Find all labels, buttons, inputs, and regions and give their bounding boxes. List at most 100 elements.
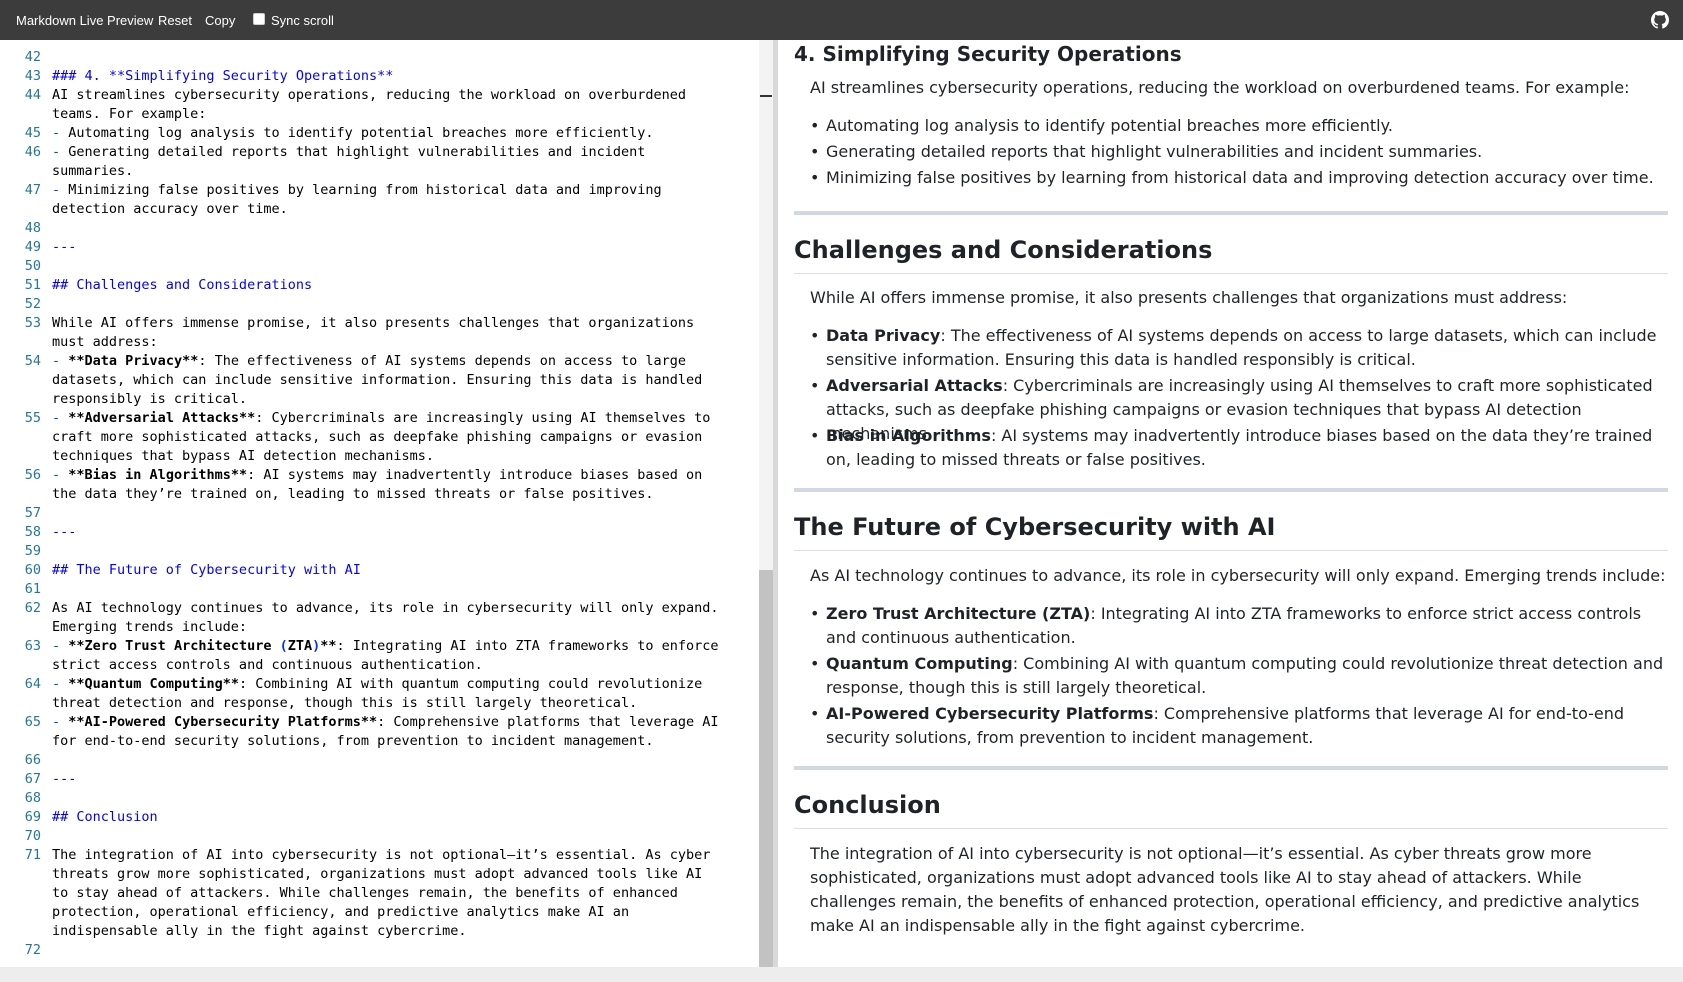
editor-line-text[interactable]: responsibly is critical. bbox=[52, 390, 752, 409]
editor-line[interactable]: craft more sophisticated attacks, such a… bbox=[0, 428, 759, 447]
markdown-editor[interactable]: 42 43 ### 4. **Simplifying Security Operat… bbox=[0, 40, 759, 967]
editor-line[interactable]: to stay ahead of attackers. While challe… bbox=[0, 884, 759, 903]
editor-line[interactable]: 72 bbox=[0, 941, 759, 960]
editor-line[interactable]: 48 bbox=[0, 219, 759, 238]
editor-line[interactable]: 54 - **Data Privacy**: The effectiveness … bbox=[0, 352, 759, 371]
editor-line-text[interactable]: for end-to-end security solutions, from … bbox=[52, 732, 752, 751]
editor-line[interactable]: 60 ## The Future of Cybersecurity with AI bbox=[0, 561, 759, 580]
editor-line-text[interactable]: teams. For example: bbox=[52, 105, 752, 124]
editor-line[interactable]: Emerging trends include: bbox=[0, 618, 759, 637]
editor-line[interactable]: 46 - Generating detailed reports that hig… bbox=[0, 143, 759, 162]
editor-line-text[interactable]: - **Data Privacy**: The effectiveness of… bbox=[52, 352, 752, 371]
sync-scroll-checkbox[interactable] bbox=[253, 13, 265, 25]
editor-line[interactable]: 42 bbox=[0, 48, 759, 67]
editor-line[interactable]: 66 bbox=[0, 751, 759, 770]
line-number: 68 bbox=[24, 790, 41, 806]
editor-line-text[interactable]: As AI technology continues to advance, i… bbox=[52, 599, 752, 618]
editor-line[interactable]: 50 bbox=[0, 257, 759, 276]
editor-line-text[interactable]: ## The Future of Cybersecurity with AI bbox=[52, 561, 752, 580]
editor-line[interactable]: 52 bbox=[0, 295, 759, 314]
sync-scroll-label[interactable]: Sync scroll bbox=[271, 13, 334, 28]
editor-line[interactable]: 47 - Minimizing false positives by learni… bbox=[0, 181, 759, 200]
editor-line-text[interactable]: craft more sophisticated attacks, such a… bbox=[52, 428, 752, 447]
editor-line[interactable]: 44 AI streamlines cybersecurity operation… bbox=[0, 86, 759, 105]
editor-line-text[interactable]: - **Bias in Algorithms**: AI systems may… bbox=[52, 466, 752, 485]
editor-line[interactable]: 71 The integration of AI into cybersecuri… bbox=[0, 846, 759, 865]
editor-line[interactable]: threat detection and response, though th… bbox=[0, 694, 759, 713]
editor-line[interactable]: 69 ## Conclusion bbox=[0, 808, 759, 827]
editor-line[interactable]: the data they’re trained on, leading to … bbox=[0, 485, 759, 504]
editor-line[interactable]: teams. For example: bbox=[0, 105, 759, 124]
editor-line[interactable]: must address: bbox=[0, 333, 759, 352]
editor-line[interactable]: 55 - **Adversarial Attacks**: Cybercrimin… bbox=[0, 409, 759, 428]
line-number: 53 bbox=[24, 315, 41, 331]
copy-button[interactable]: Copy bbox=[205, 13, 235, 28]
editor-line[interactable]: protection, operational efficiency, and … bbox=[0, 903, 759, 922]
editor-line-text[interactable]: - Automating log analysis to identify po… bbox=[52, 124, 752, 143]
editor-line[interactable]: threats grow more sophisticated, organiz… bbox=[0, 865, 759, 884]
editor-line[interactable]: 43 ### 4. **Simplifying Security Operatio… bbox=[0, 67, 759, 86]
editor-line-text[interactable]: - Generating detailed reports that highl… bbox=[52, 143, 752, 162]
editor-line[interactable]: 63 - **Zero Trust Architecture (ZTA)**: I… bbox=[0, 637, 759, 656]
line-number: 64 bbox=[24, 676, 41, 692]
github-icon[interactable] bbox=[1651, 11, 1669, 29]
editor-line-text[interactable]: Emerging trends include: bbox=[52, 618, 752, 637]
editor-line-text[interactable]: must address: bbox=[52, 333, 752, 352]
reset-button[interactable]: Reset bbox=[158, 13, 192, 28]
editor-line[interactable]: 45 - Automating log analysis to identify … bbox=[0, 124, 759, 143]
editor-line[interactable]: responsibly is critical. bbox=[0, 390, 759, 409]
editor-line-text[interactable]: - **Zero Trust Architecture (ZTA)**: Int… bbox=[52, 637, 752, 656]
editor-line-text[interactable]: summaries. bbox=[52, 162, 752, 181]
editor-line-text[interactable]: - **AI-Powered Cybersecurity Platforms**… bbox=[52, 713, 752, 732]
editor-line-text[interactable]: indispensable ally in the fight against … bbox=[52, 922, 752, 941]
editor-line-text[interactable]: --- bbox=[52, 770, 752, 789]
editor-line[interactable]: 65 - **AI-Powered Cybersecurity Platforms… bbox=[0, 713, 759, 732]
editor-line[interactable]: detection accuracy over time. bbox=[0, 200, 759, 219]
editor-line-text[interactable]: the data they’re trained on, leading to … bbox=[52, 485, 752, 504]
editor-line-text[interactable]: - **Adversarial Attacks**: Cybercriminal… bbox=[52, 409, 752, 428]
editor-line[interactable]: 62 As AI technology continues to advance,… bbox=[0, 599, 759, 618]
line-number: 48 bbox=[24, 220, 41, 236]
editor-line[interactable]: datasets, which can include sensitive in… bbox=[0, 371, 759, 390]
editor-line-text[interactable]: - Minimizing false positives by learning… bbox=[52, 181, 752, 200]
app-title[interactable]: Markdown Live Preview bbox=[16, 13, 153, 28]
editor-line[interactable]: 53 While AI offers immense promise, it al… bbox=[0, 314, 759, 333]
editor-line-text[interactable]: strict access controls and continuous au… bbox=[52, 656, 752, 675]
editor-line[interactable]: strict access controls and continuous au… bbox=[0, 656, 759, 675]
editor-line[interactable]: 58 --- bbox=[0, 523, 759, 542]
editor-line-text[interactable]: detection accuracy over time. bbox=[52, 200, 752, 219]
editor-line[interactable]: summaries. bbox=[0, 162, 759, 181]
editor-line-text[interactable]: - **Quantum Computing**: Combining AI wi… bbox=[52, 675, 752, 694]
editor-line[interactable]: 57 bbox=[0, 504, 759, 523]
editor-line-text[interactable]: --- bbox=[52, 238, 752, 257]
editor-line-text[interactable]: ## Conclusion bbox=[52, 808, 752, 827]
editor-scrollbar-thumb[interactable] bbox=[759, 570, 773, 967]
editor-line[interactable]: 61 bbox=[0, 580, 759, 599]
line-number: 42 bbox=[24, 49, 41, 65]
editor-line[interactable]: 59 bbox=[0, 542, 759, 561]
editor-line-text[interactable]: While AI offers immense promise, it also… bbox=[52, 314, 752, 333]
editor-line[interactable]: techniques that bypass AI detection mech… bbox=[0, 447, 759, 466]
editor-line-text[interactable]: protection, operational efficiency, and … bbox=[52, 903, 752, 922]
editor-line-text[interactable]: threat detection and response, though th… bbox=[52, 694, 752, 713]
line-number: 65 bbox=[24, 714, 41, 730]
editor-line[interactable]: for end-to-end security solutions, from … bbox=[0, 732, 759, 751]
editor-line[interactable]: 56 - **Bias in Algorithms**: AI systems m… bbox=[0, 466, 759, 485]
editor-line-text[interactable]: ## Challenges and Considerations bbox=[52, 276, 752, 295]
editor-line[interactable]: 70 bbox=[0, 827, 759, 846]
preview-paragraph: While AI offers immense promise, it also… bbox=[810, 288, 1568, 307]
editor-line-text[interactable]: --- bbox=[52, 523, 752, 542]
editor-line-text[interactable]: ### 4. **Simplifying Security Operations… bbox=[52, 67, 752, 86]
editor-line-text[interactable]: to stay ahead of attackers. While challe… bbox=[52, 884, 752, 903]
editor-line[interactable]: 67 --- bbox=[0, 770, 759, 789]
editor-line-text[interactable]: The integration of AI into cybersecurity… bbox=[52, 846, 752, 865]
editor-line-text[interactable]: datasets, which can include sensitive in… bbox=[52, 371, 752, 390]
editor-line-text[interactable]: threats grow more sophisticated, organiz… bbox=[52, 865, 752, 884]
editor-line[interactable]: 51 ## Challenges and Considerations bbox=[0, 276, 759, 295]
editor-line[interactable]: 64 - **Quantum Computing**: Combining AI … bbox=[0, 675, 759, 694]
editor-line-text[interactable]: AI streamlines cybersecurity operations,… bbox=[52, 86, 752, 105]
editor-line-text[interactable]: techniques that bypass AI detection mech… bbox=[52, 447, 752, 466]
editor-line[interactable]: indispensable ally in the fight against … bbox=[0, 922, 759, 941]
editor-line[interactable]: 49 --- bbox=[0, 238, 759, 257]
editor-line[interactable]: 68 bbox=[0, 789, 759, 808]
